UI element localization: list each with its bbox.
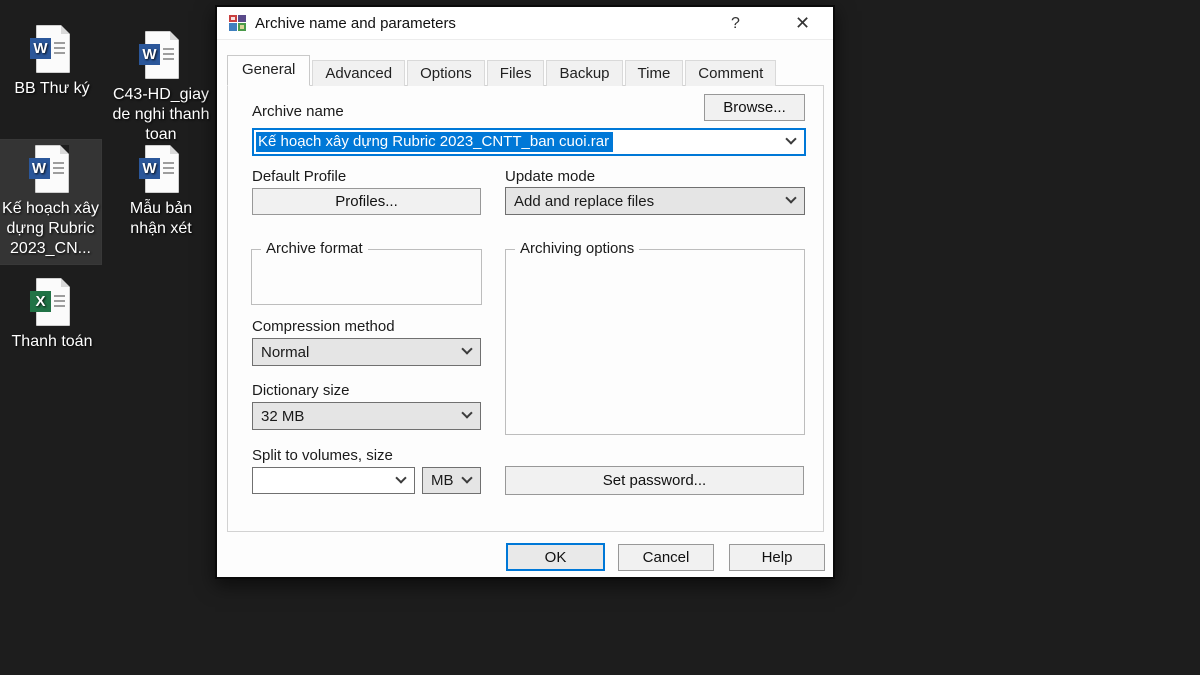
word-file-icon: W [28,145,71,193]
chevron-down-icon [461,471,473,484]
excel-badge: X [30,291,51,312]
split-unit-select[interactable]: MB [422,467,481,494]
archive-name-label: Archive name [252,103,344,120]
desktop-icon-label: Thanh toán [11,333,93,350]
ok-button[interactable]: OK [506,543,605,571]
archive-name-input[interactable]: Kế hoạch xây dựng Rubric 2023_CNTT_ban c… [252,128,806,156]
update-mode-value: Add and replace files [514,192,655,210]
dialog-tabs: General Advanced Options Files Backup Ti… [227,54,778,86]
archiving-options-group: Archiving options [505,240,805,435]
tab-comment[interactable]: Comment [685,60,777,86]
desktop-icon-thanh-toan[interactable]: X Thanh toán [6,273,98,357]
archive-format-group: Archive format [251,240,482,305]
desktop-icon-c43[interactable]: W C43-HD_giay de nghi thanh toan [110,26,212,150]
browse-button[interactable]: Browse... [704,94,805,121]
word-badge: W [30,38,51,59]
word-file-icon: W [139,145,181,193]
split-unit-value: MB [431,472,454,489]
word-badge: W [139,158,160,179]
tab-advanced[interactable]: Advanced [312,60,406,86]
desktop-icon-label: C43-HD_giay de nghi thanh toan [112,86,210,143]
tab-backup[interactable]: Backup [546,60,623,86]
desktop-icon-bb-thu-ky[interactable]: W BB Thư ký [6,20,98,104]
tab-time[interactable]: Time [624,60,684,86]
archive-dialog: Archive name and parameters ? ✕ General … [215,5,835,579]
word-badge: W [28,158,50,179]
chevron-down-icon [395,471,407,484]
word-file-icon: W [30,25,72,73]
split-volumes-input[interactable] [252,467,415,494]
compression-method-value: Normal [261,343,310,361]
desktop-icon-label: Kế hoạch xây dựng Rubric 2023_CN... [2,200,99,257]
archiving-options-label: Archiving options [515,240,640,257]
word-badge: W [139,44,160,65]
tab-options[interactable]: Options [407,60,485,86]
cancel-button[interactable]: Cancel [618,544,714,571]
compression-method-label: Compression method [252,318,395,335]
desktop-icon-label: BB Thư ký [14,80,90,97]
profiles-button[interactable]: Profiles... [252,188,481,215]
update-mode-label: Update mode [505,168,596,185]
desktop-icon-ke-hoach[interactable]: W Kế hoạch xây dựng Rubric 2023_CN... [0,139,102,265]
desktop-icon-mau-ban[interactable]: W Mẫu bản nhận xét [110,140,212,244]
help-button[interactable]: Help [729,544,825,571]
desktop-icon-label: Mẫu bản nhận xét [129,200,193,237]
update-mode-select[interactable]: Add and replace files [505,187,805,215]
default-profile-label: Default Profile [252,168,347,185]
split-volumes-label: Split to volumes, size [252,447,393,464]
dictionary-size-label: Dictionary size [252,382,350,399]
word-file-icon: W [139,31,181,79]
compression-method-select[interactable]: Normal [252,338,481,366]
chevron-down-icon[interactable] [785,133,797,145]
dialog-help-button[interactable]: ? [713,7,758,40]
dictionary-size-value: 32 MB [261,407,305,425]
winrar-icon [229,15,246,31]
tab-general[interactable]: General [227,55,311,86]
chevron-down-icon [461,407,473,419]
dictionary-size-select[interactable]: 32 MB [252,402,481,430]
dialog-title: Archive name and parameters [255,14,456,32]
tab-files[interactable]: Files [486,60,545,86]
excel-file-icon: X [30,278,72,326]
set-password-button[interactable]: Set password... [505,466,804,495]
archive-name-value: Kế hoạch xây dựng Rubric 2023_CNTT_ban c… [256,132,614,152]
close-icon[interactable]: ✕ [780,7,825,40]
archive-format-label: Archive format [261,240,368,257]
chevron-down-icon [785,192,797,204]
chevron-down-icon [461,343,473,355]
